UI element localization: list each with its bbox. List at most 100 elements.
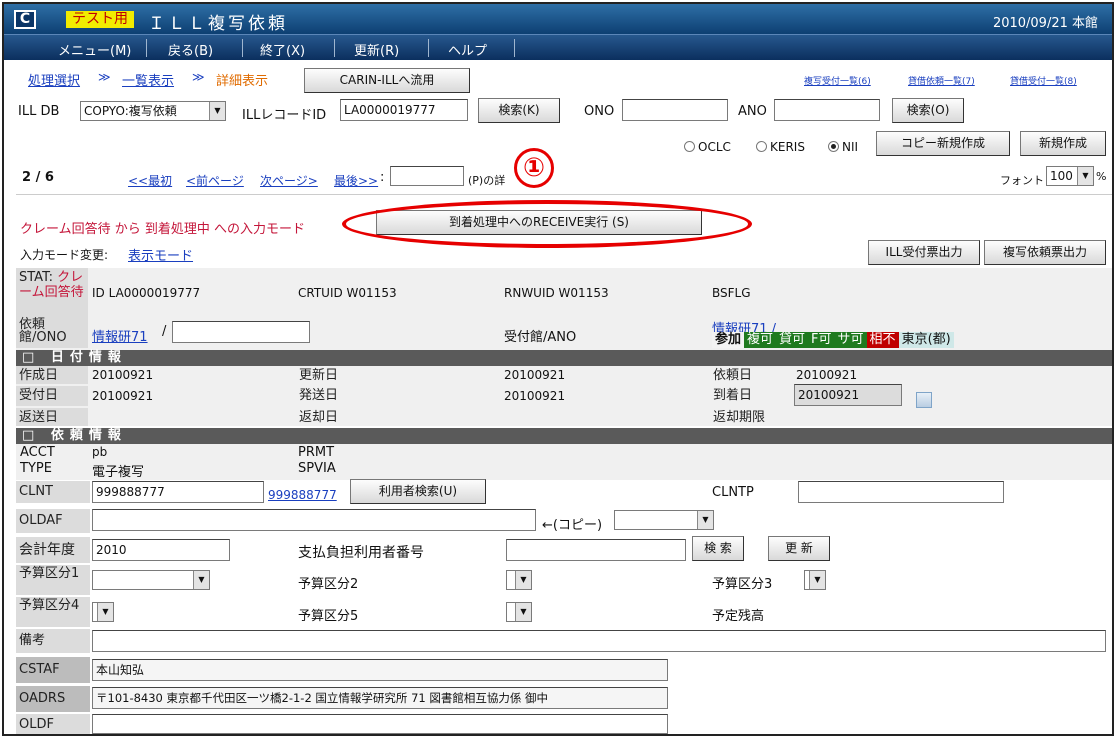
menu-item-exit[interactable]: 終了(X): [260, 40, 305, 59]
radio-selected-icon: [828, 141, 839, 152]
test-mode-tag: テスト用: [66, 11, 134, 28]
radio-keris[interactable]: KERIS: [756, 140, 805, 154]
menu-item-back[interactable]: 戻る(B): [168, 40, 213, 59]
fiscal-input[interactable]: 2010: [92, 539, 230, 561]
recv-lib-label: 受付館/ANO: [504, 330, 577, 345]
budget5-select[interactable]: ▼: [506, 602, 532, 622]
oldaf-input[interactable]: [92, 509, 536, 531]
font-size-select[interactable]: 100 ▼: [1046, 166, 1094, 186]
budget2-select[interactable]: ▼: [506, 570, 532, 590]
record-id-input[interactable]: LA0000019777: [340, 99, 468, 121]
search-k-button[interactable]: 検索(K): [478, 98, 560, 123]
menu-item-menu[interactable]: メニュー(M): [58, 40, 131, 59]
ill-recv-print-button[interactable]: ILL受付票出力: [868, 240, 980, 265]
ono-field[interactable]: [172, 321, 310, 343]
breadcrumb-select[interactable]: 処理選択: [28, 70, 80, 89]
payer-update-button[interactable]: 更 新: [768, 536, 830, 561]
oadrs-label: OADRS: [16, 686, 90, 712]
title-bar: C テスト用 ＩＬＬ複写依頼 2010/09/21 本館: [4, 4, 1112, 34]
page-number-input[interactable]: [390, 166, 464, 186]
due-label: 返却期限: [713, 410, 766, 425]
menu-separator: [242, 39, 243, 57]
copy-new-button[interactable]: コピー新規作成: [876, 131, 1010, 156]
ano-label: ANO: [738, 104, 767, 119]
new-button[interactable]: 新規作成: [1020, 131, 1106, 156]
sent-value: 20100921: [504, 389, 566, 403]
req-section-header: □ 依頼情報: [16, 428, 1112, 444]
oadrs-input[interactable]: 〒101-8430 東京都千代田区一ツ橋2-1-2 国立情報学研究所 71 図書…: [92, 687, 668, 709]
record-id-label: ILLレコードID: [242, 108, 327, 123]
clnt-link[interactable]: 999888777: [268, 488, 337, 502]
payer-input[interactable]: [506, 539, 686, 561]
arrived-label: 到着日: [713, 388, 753, 403]
last-page-link[interactable]: 最後>>: [334, 172, 378, 189]
first-page-link[interactable]: <<最初: [128, 172, 172, 189]
ono-input[interactable]: [622, 99, 728, 121]
chevron-down-icon: ▼: [515, 571, 531, 589]
clntp-label: CLNTP: [712, 485, 754, 500]
chevron-down-icon: ▼: [193, 571, 209, 589]
copy-select[interactable]: ▼: [614, 510, 714, 530]
spvia-label: SPVIA: [298, 461, 336, 476]
created-value: 20100921: [92, 368, 154, 382]
menu-bar: メニュー(M) 戻る(B) 終了(X) 更新(R) ヘルプ: [4, 34, 1112, 60]
prev-page-link[interactable]: <前ページ: [186, 172, 244, 189]
stat-label: STAT: クレーム回答待: [16, 268, 88, 316]
slash: /: [162, 324, 167, 339]
app-window: C テスト用 ＩＬＬ複写依頼 2010/09/21 本館 メニュー(M) 戻る(…: [2, 2, 1114, 736]
radio-oclc[interactable]: OCLC: [684, 140, 731, 154]
chevron-down-icon: ▼: [209, 102, 225, 120]
carin-ill-button[interactable]: CARIN-ILLへ流用: [304, 68, 470, 93]
payer-search-button[interactable]: 検 索: [692, 536, 744, 561]
breadcrumb-list[interactable]: 一覧表示: [122, 70, 174, 89]
menu-item-update[interactable]: 更新(R): [354, 40, 399, 59]
ono-label: ONO: [584, 104, 615, 119]
acct-value: pb: [92, 445, 108, 459]
budget3-select[interactable]: ▼: [804, 570, 826, 590]
clnt-label: CLNT: [16, 481, 90, 503]
note-input[interactable]: [92, 630, 1106, 652]
breadcrumb-separator: ≫: [98, 70, 111, 84]
type-value: 電子複写: [92, 465, 145, 480]
prmt-label: PRMT: [298, 445, 335, 460]
clnt-input[interactable]: 999888777: [92, 481, 264, 503]
calendar-icon[interactable]: [916, 392, 932, 408]
loan-recv-list-link[interactable]: 貸借受付一覧(8): [1010, 74, 1077, 87]
ano-input[interactable]: [774, 99, 880, 121]
divider: [16, 194, 1112, 195]
copy-req-print-button[interactable]: 複写依頼票出力: [984, 240, 1106, 265]
radio-nii[interactable]: NII: [828, 140, 858, 154]
display-mode-link[interactable]: 表示モード: [128, 245, 193, 264]
budget2-label: 予算区分2: [298, 577, 359, 592]
app-logo-icon: C: [14, 10, 36, 29]
cstaf-input[interactable]: 本山知弘: [92, 659, 668, 681]
budget1-select[interactable]: ▼: [92, 570, 210, 590]
date-section-header: □ 日付情報: [16, 350, 1112, 366]
fiscal-label: 会計年度: [16, 537, 90, 563]
loan-req-list-link[interactable]: 貸借依頼一覧(7): [908, 74, 975, 87]
updated-label: 更新日: [299, 368, 339, 383]
search-o-button[interactable]: 検索(O): [892, 98, 964, 123]
arrived-input[interactable]: 20100921: [794, 384, 902, 406]
chevron-down-icon: ▼: [809, 571, 825, 589]
req-lib-link[interactable]: 情報研71: [92, 326, 148, 345]
req-panel: [16, 444, 1112, 480]
menu-item-help[interactable]: ヘルプ: [448, 40, 487, 59]
next-page-link[interactable]: 次ページ>: [260, 172, 318, 189]
oldf-input[interactable]: [92, 714, 668, 734]
illdb-label: ILL DB: [18, 104, 60, 119]
record-counter: 2 / 6: [22, 170, 54, 185]
acct-label: ACCT: [20, 445, 55, 460]
created-label: 作成日: [16, 366, 88, 384]
tag-join: 参加: [712, 332, 745, 348]
illdb-select[interactable]: COPYO:複写依頼 ▼: [80, 101, 226, 121]
clntp-input[interactable]: [798, 481, 1004, 503]
copy-recv-list-link[interactable]: 複写受付一覧(6): [804, 74, 871, 87]
rnwuid: RNWUID W01153: [504, 286, 609, 300]
radio-icon: [684, 141, 695, 152]
font-size-value: 100: [1050, 169, 1073, 183]
breadcrumb-detail: 詳細表示: [216, 74, 269, 89]
user-search-button[interactable]: 利用者検索(U): [350, 479, 486, 504]
budget4-select[interactable]: ▼: [92, 602, 114, 622]
menu-separator: [334, 39, 335, 57]
